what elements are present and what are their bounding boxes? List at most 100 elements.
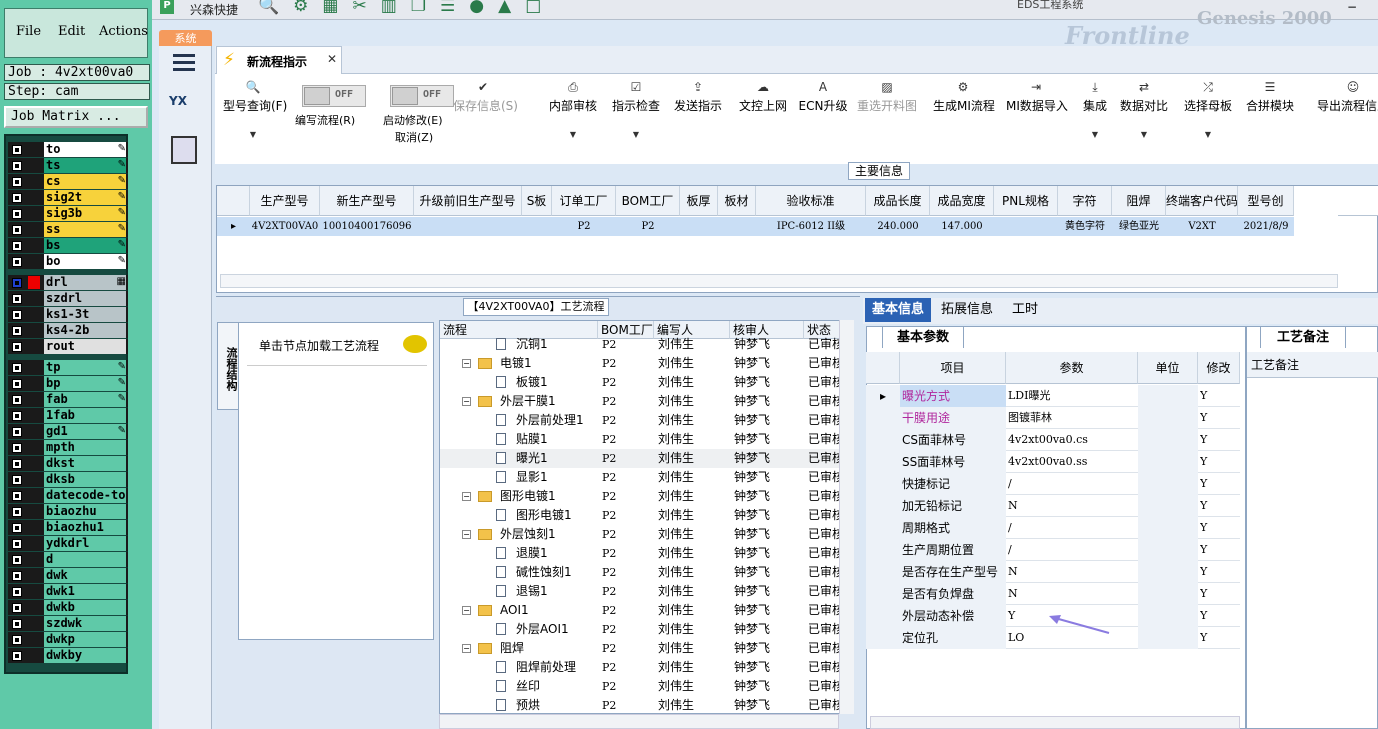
layer-checkbox[interactable] [12, 241, 22, 251]
layer-row[interactable]: dwk1 [8, 584, 128, 599]
layer-row[interactable]: ts ✎ [8, 158, 128, 173]
layer-row[interactable]: fab ✎ [8, 392, 128, 407]
toolbar-gears-button[interactable]: ⚙ 生成MI流程 [933, 80, 995, 114]
layer-row[interactable]: ydkdrl [8, 536, 128, 551]
edit-toggle[interactable]: OFF [390, 85, 454, 107]
layer-checkbox[interactable] [12, 523, 22, 533]
main-grid-hscrollbar[interactable] [220, 274, 1338, 288]
tab-workflow-structure[interactable]: 流程结构 [217, 322, 239, 410]
tab-basic-info[interactable]: 基本信息 [865, 298, 931, 322]
system-tab[interactable]: 系统 [159, 30, 212, 47]
layer-row[interactable]: drl ▦ [8, 275, 128, 290]
param-value[interactable]: N [1006, 495, 1138, 517]
layer-row[interactable]: dkst [8, 456, 128, 471]
layer-checkbox[interactable] [12, 310, 22, 320]
layer-checkbox[interactable] [12, 177, 22, 187]
layer-row[interactable]: d [8, 552, 128, 567]
param-row[interactable]: 快捷标记 / Y [866, 473, 1240, 495]
collapse-icon[interactable]: − [462, 397, 471, 406]
write-flow-toggle[interactable]: OFF [302, 85, 366, 107]
chevron-down-icon[interactable]: ▼ [1178, 130, 1238, 139]
column-header[interactable]: BOM工厂 [616, 186, 680, 216]
tree-row[interactable]: 退膜1 P2 刘伟生 钟梦飞 已审核 [440, 544, 840, 563]
layer-checkbox[interactable] [12, 475, 22, 485]
layer-list-scrollbar[interactable] [128, 134, 148, 674]
layer-row[interactable]: gd1 ✎ [8, 424, 128, 439]
layer-checkbox[interactable] [12, 539, 22, 549]
layer-checkbox[interactable] [12, 507, 22, 517]
tab-extended-info[interactable]: 拓展信息 [935, 298, 999, 322]
collapse-icon[interactable]: − [462, 606, 471, 615]
table-cell[interactable]: P2 [616, 217, 680, 236]
frame-icon[interactable]: □ [525, 0, 541, 16]
param-row[interactable]: 加无铅标记 N Y [866, 495, 1240, 517]
layer-row[interactable]: ks4-2b [8, 323, 128, 338]
tree-hscrollbar[interactable] [439, 714, 839, 729]
layer-row[interactable]: mpth [8, 440, 128, 455]
collapse-icon[interactable]: − [462, 492, 471, 501]
param-value[interactable]: N [1006, 561, 1138, 583]
tree-row[interactable]: − AOI1 P2 刘伟生 钟梦飞 已审核 [440, 601, 840, 620]
layer-row[interactable]: dwkby [8, 648, 128, 663]
column-header[interactable]: 阻焊 [1112, 186, 1166, 216]
tab-process-remark[interactable]: 工艺备注 [1260, 326, 1346, 348]
layer-checkbox[interactable] [12, 395, 22, 405]
tree-row[interactable]: 外层AOI1 P2 刘伟生 钟梦飞 已审核 [440, 620, 840, 639]
layer-row[interactable]: ks1-3t [8, 307, 128, 322]
column-header[interactable]: 订单工厂 [552, 186, 616, 216]
param-row[interactable]: 干膜用途 图镀菲林 Y [866, 407, 1240, 429]
layer-row[interactable]: ss ✎ [8, 222, 128, 237]
tree-row[interactable]: 阻焊前处理 P2 刘伟生 钟梦飞 已审核 [440, 658, 840, 677]
layer-row[interactable]: rout [8, 339, 128, 354]
param-column-header[interactable]: 项目 [900, 352, 1006, 384]
layer-checkbox[interactable] [12, 619, 22, 629]
collapse-icon[interactable]: − [462, 359, 471, 368]
layer-checkbox[interactable] [12, 491, 22, 501]
layer-row[interactable]: dksb [8, 472, 128, 487]
layer-row[interactable]: biaozhu1 [8, 520, 128, 535]
layer-checkbox[interactable] [12, 294, 22, 304]
layer-checkbox[interactable] [12, 459, 22, 469]
tree-row[interactable]: 板镀1 P2 刘伟生 钟梦飞 已审核 [440, 373, 840, 392]
gear-icon[interactable]: ⚙ [293, 0, 308, 16]
layer-checkbox[interactable] [12, 363, 22, 373]
param-row[interactable]: 是否有负焊盘 N Y [866, 583, 1240, 605]
param-value[interactable]: / [1006, 473, 1138, 495]
param-unit[interactable] [1138, 385, 1198, 407]
layer-checkbox[interactable] [12, 225, 22, 235]
chart-icon[interactable]: ▲ [498, 0, 511, 16]
collapse-icon[interactable]: − [462, 644, 471, 653]
table-cell[interactable]: 147.000 [930, 217, 994, 236]
table-cell[interactable]: 10010400176096 [320, 217, 414, 236]
layer-checkbox[interactable] [12, 342, 22, 352]
layer-row[interactable]: szdwk [8, 616, 128, 631]
toolbar-list-button[interactable]: ☰ 合拼模块 [1240, 80, 1300, 114]
param-unit[interactable] [1138, 451, 1198, 473]
toolbar-ecn-button[interactable]: A ECN升级 [793, 80, 853, 114]
param-row[interactable]: 生产周期位置 / Y [866, 539, 1240, 561]
column-header[interactable]: 成品长度 [866, 186, 930, 216]
layer-checkbox[interactable] [12, 326, 22, 336]
layer-checkbox[interactable] [12, 587, 22, 597]
param-column-header[interactable]: 参数 [1006, 352, 1138, 384]
param-value[interactable]: 4v2xt00va0.cs [1006, 429, 1138, 451]
close-icon[interactable]: ✕ [327, 52, 337, 66]
column-header[interactable]: 验收标准 [756, 186, 866, 216]
param-unit[interactable] [1138, 429, 1198, 451]
param-unit[interactable] [1138, 583, 1198, 605]
table-cell[interactable]: V2XT [1166, 217, 1238, 236]
tree-row[interactable]: 贴膜1 P2 刘伟生 钟梦飞 已审核 [440, 430, 840, 449]
toolbar-image-button[interactable]: ▨ 重选开料图 [857, 80, 917, 114]
layer-row[interactable]: szdrl [8, 291, 128, 306]
tree-row[interactable]: 退锡1 P2 刘伟生 钟梦飞 已审核 [440, 582, 840, 601]
tree-row[interactable]: 显影1 P2 刘伟生 钟梦飞 已审核 [440, 468, 840, 487]
column-header[interactable]: 板材 [718, 186, 756, 216]
tree-row[interactable]: − 图形电镀1 P2 刘伟生 钟梦飞 已审核 [440, 487, 840, 506]
toolbar-cloud-upload-button[interactable]: ☁ 文控上网 [733, 80, 793, 114]
layer-row[interactable]: 1fab [8, 408, 128, 423]
toolbar-smile-button[interactable]: ☺ 导出流程信息 [1313, 80, 1378, 114]
layer-row[interactable]: to ✎ [8, 142, 128, 157]
copy-icon[interactable]: ❐ [411, 0, 426, 16]
table-cell[interactable]: 黄色字符 [1058, 217, 1112, 236]
column-header[interactable]: 生产型号 [250, 186, 320, 216]
